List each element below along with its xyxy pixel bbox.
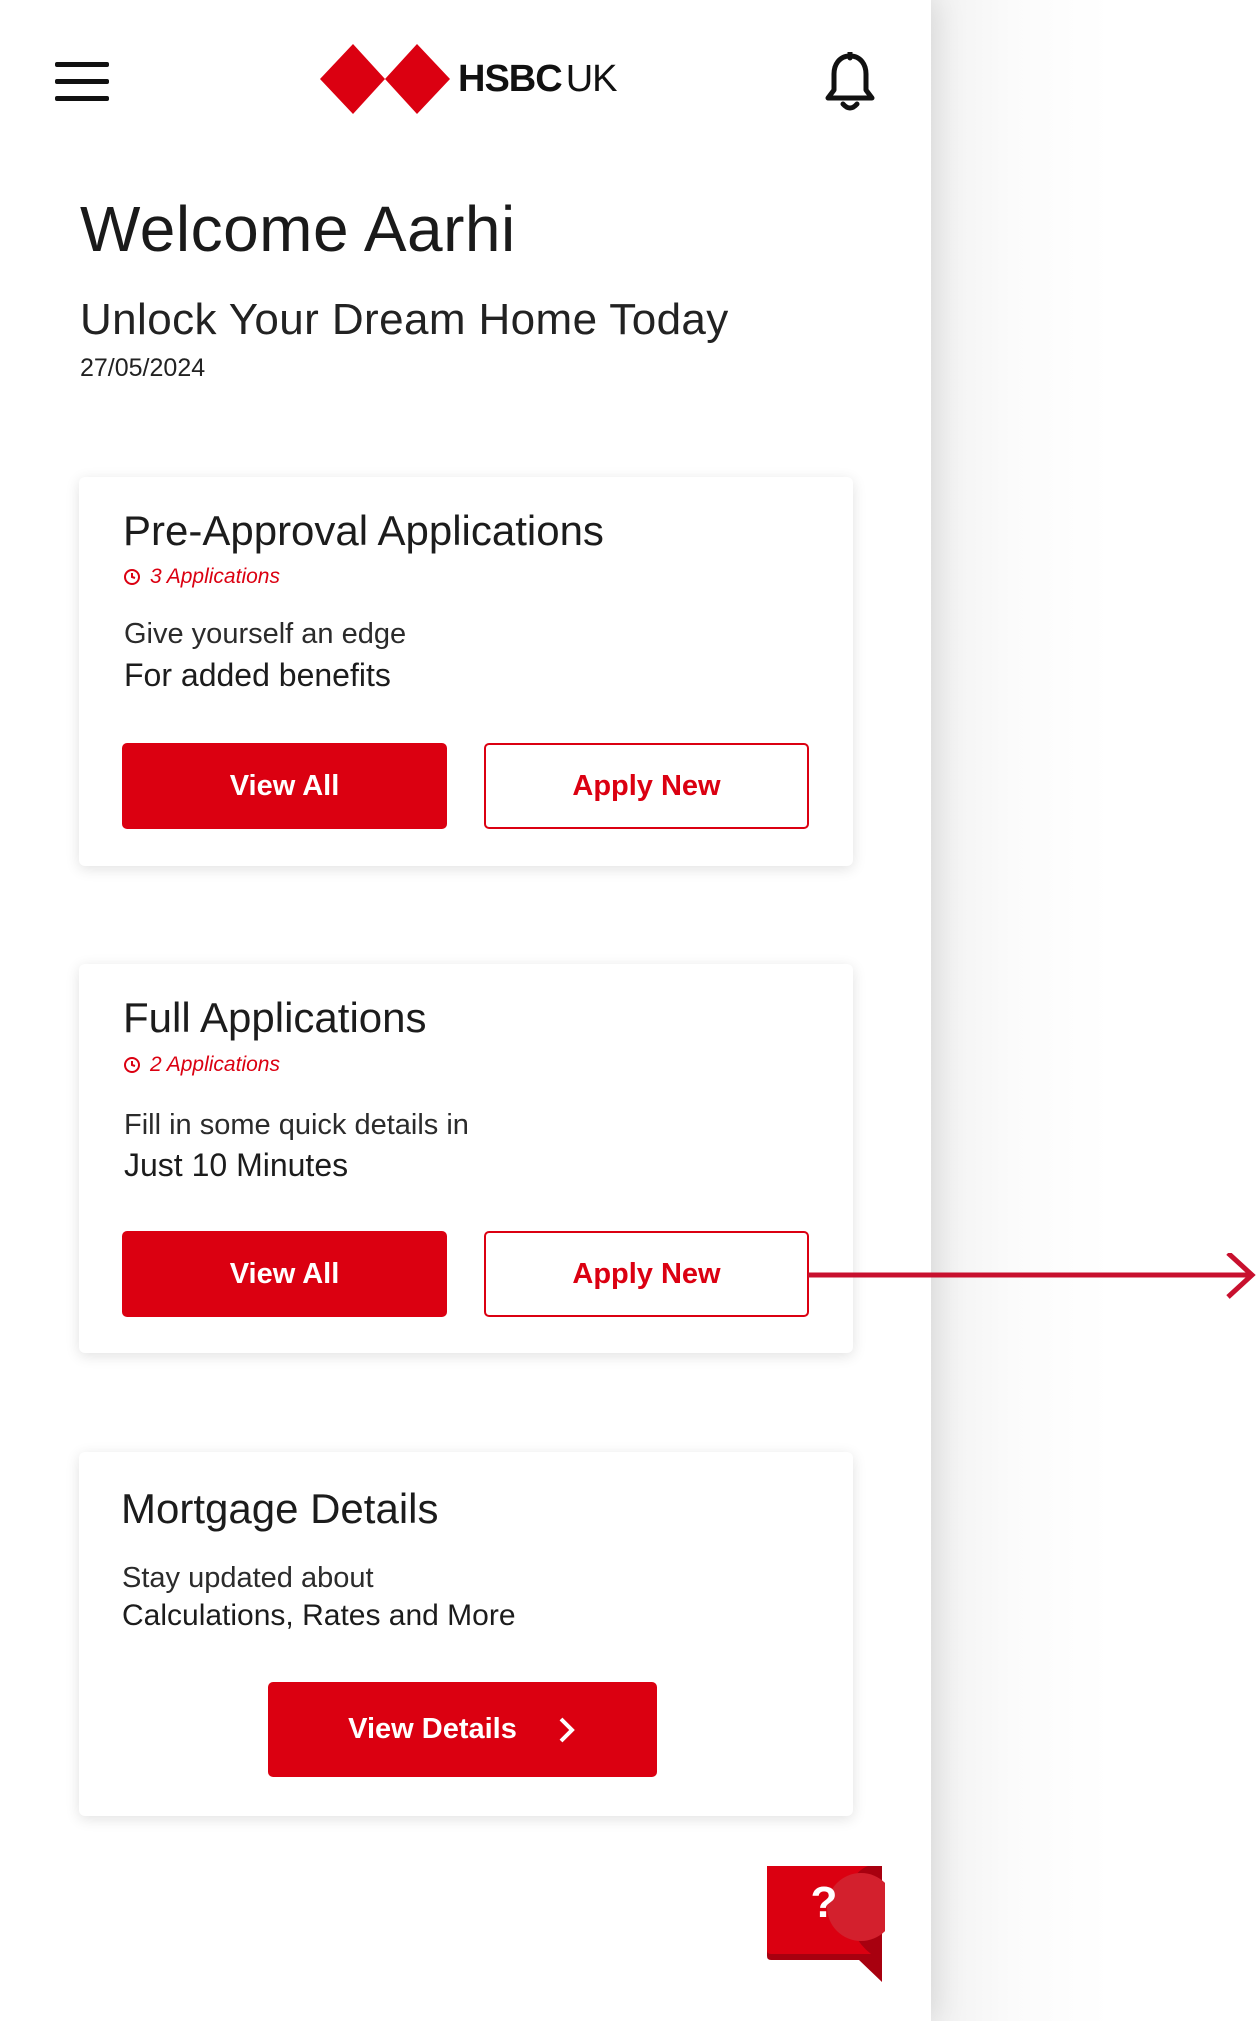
card-title: Full Applications xyxy=(123,994,427,1041)
card-highlight: Just 10 Minutes xyxy=(124,1147,349,1183)
full-applications-card: Full Applications 2 Applications Fill in… xyxy=(79,964,853,1353)
page-subtitle: Unlock Your Dream Home Today xyxy=(80,295,729,344)
applications-count-badge: 2 Applications xyxy=(123,1053,280,1077)
view-details-label: View Details xyxy=(348,1713,517,1745)
card-highlight: For added benefits xyxy=(124,657,391,693)
bell-icon[interactable] xyxy=(822,49,878,114)
applications-count-badge: 3 Applications xyxy=(123,565,280,589)
view-details-button[interactable]: View Details xyxy=(268,1682,657,1777)
card-title: Mortgage Details xyxy=(121,1485,439,1532)
brand-name: HSBC UK xyxy=(458,57,618,101)
pre-approval-card: Pre-Approval Applications 3 Applications… xyxy=(79,477,853,866)
brand-region: UK xyxy=(565,57,618,100)
badge-label: 3 Applications xyxy=(150,565,280,588)
canvas-background xyxy=(931,0,1256,2021)
clock-icon xyxy=(124,569,140,585)
apply-new-button[interactable]: Apply New xyxy=(484,1231,809,1317)
card-highlight: Calculations, Rates and More xyxy=(122,1599,516,1632)
hsbc-logo: HSBC UK xyxy=(320,44,618,114)
card-description: Fill in some quick details in xyxy=(124,1109,469,1141)
view-all-button[interactable]: View All xyxy=(122,1231,447,1317)
card-description: Give yourself an edge xyxy=(124,618,407,650)
mobile-screen: HSBC UK Welcome Aarhi Unlock Your Dream H… xyxy=(0,0,931,2021)
card-title: Pre-Approval Applications xyxy=(123,507,604,554)
chevron-right-icon xyxy=(559,1717,575,1742)
card-description: Stay updated about xyxy=(122,1562,374,1594)
apply-new-button[interactable]: Apply New xyxy=(484,743,809,829)
hsbc-hexagon-icon xyxy=(320,44,450,114)
brand-bold: HSBC xyxy=(458,57,563,100)
current-date: 27/05/2024 xyxy=(80,354,206,382)
badge-label: 2 Applications xyxy=(150,1053,280,1076)
clock-icon xyxy=(124,1057,140,1073)
mortgage-details-card: Mortgage Details Stay updated about Calc… xyxy=(79,1452,853,1816)
flow-connector-arrow xyxy=(808,1253,1256,1299)
view-all-button[interactable]: View All xyxy=(122,743,447,829)
hamburger-menu-icon[interactable] xyxy=(55,62,109,102)
welcome-heading: Welcome Aarhi xyxy=(80,193,516,265)
help-label: ? xyxy=(810,1878,838,1927)
help-button[interactable]: ? xyxy=(765,1864,895,1984)
